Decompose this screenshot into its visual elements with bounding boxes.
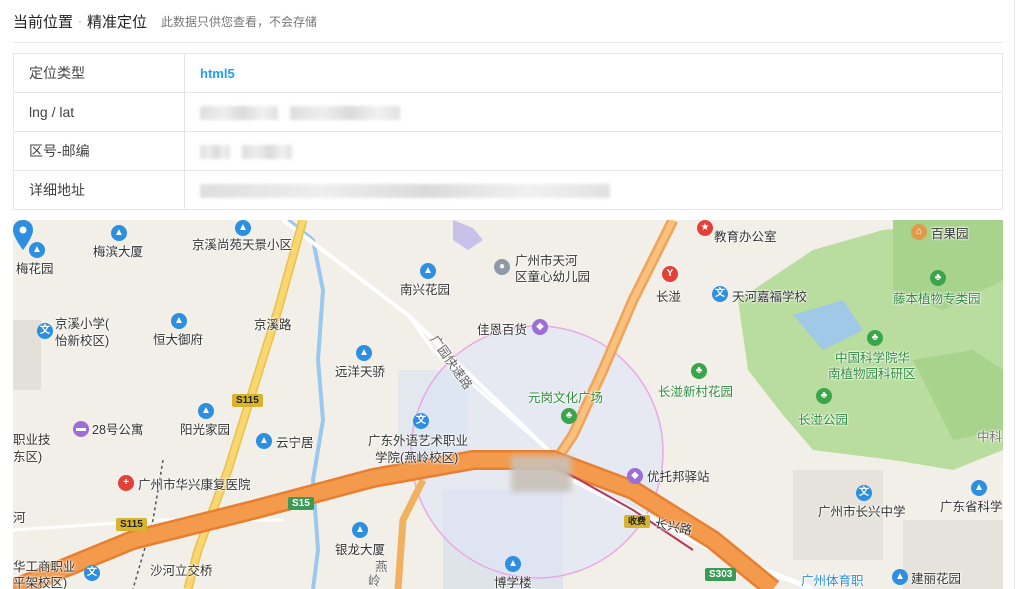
row-value-areacode	[184, 131, 1003, 171]
map-label: 中科	[977, 430, 1003, 444]
map-label: 云宁居	[276, 436, 314, 450]
map-label: 京溪路	[254, 318, 292, 332]
page-subtitle: 精准定位	[87, 13, 148, 31]
road-label: 岭	[368, 574, 381, 588]
building-icon: ▲	[256, 433, 272, 449]
metro-icon: Y	[662, 266, 678, 282]
row-key-type: 定位类型	[13, 53, 185, 93]
park-icon: ♣	[930, 270, 946, 286]
map-label: 阳光家园	[180, 423, 231, 437]
park-icon: ♣	[816, 388, 832, 404]
location-map[interactable]: ▲ ▲ ▲ 文 ▲ ▲ ● ★ Y 文 ⌂ ♣ ▲ ◆ ♣ ♣ ♣ ♣ ▬ ▲ …	[13, 220, 1003, 589]
map-label: 京溪尚苑天景小区	[192, 238, 293, 252]
map-label: 长湴	[656, 290, 682, 304]
row-value-address	[184, 170, 1003, 210]
map-label: 广东省科学	[940, 500, 1003, 514]
road-shield-s115: S115	[116, 518, 147, 531]
building-icon: ▲	[356, 345, 372, 361]
map-label: 平架校区)	[13, 576, 68, 589]
map-label: 恒大御府	[153, 333, 204, 347]
building-icon: ▲	[420, 263, 436, 279]
school-icon: 文	[856, 485, 872, 501]
school-icon: 文	[84, 565, 100, 581]
park-icon: ♣	[691, 363, 707, 379]
hospital-icon: ★	[697, 220, 713, 236]
map-label: 梅花园	[16, 262, 54, 276]
toll-station-tag: 收费	[624, 515, 651, 528]
map-label: 南兴花园	[400, 283, 451, 297]
page-title: 当前位置	[13, 13, 74, 31]
map-label: 藤本植物专类园	[893, 292, 981, 306]
row-key-address: 详细地址	[13, 170, 185, 210]
row-value-lnglat	[184, 92, 1003, 132]
row-key-areacode: 区号-邮编	[13, 131, 185, 171]
road-shield-s15: S15	[288, 497, 314, 510]
row-value-type: html5	[184, 53, 1003, 93]
park-icon: ♣	[867, 330, 883, 346]
map-label: 建丽花园	[911, 572, 962, 586]
shop-icon: ◆	[532, 319, 548, 335]
redacted-value	[200, 184, 610, 199]
privacy-note: 此数据只供您查看，不会存储	[161, 14, 318, 29]
hospital-icon: +	[118, 475, 134, 491]
map-label: 怡新校区)	[55, 334, 110, 348]
map-label: 沙河立交桥	[150, 564, 213, 578]
panel-header: 当前位置 · 精准定位 此数据只供您查看，不会存储	[13, 0, 1003, 43]
table-row: 定位类型 html5	[13, 53, 1003, 93]
map-label: 广州市华兴康复医院	[138, 478, 251, 492]
redacted-area	[511, 456, 571, 492]
table-row: lng / lat	[13, 92, 1003, 132]
table-row: 详细地址	[13, 170, 1003, 210]
map-label: 教育办公室	[714, 230, 777, 244]
building-icon: ▲	[29, 242, 45, 258]
redacted-value	[200, 145, 230, 160]
location-panel: 当前位置 · 精准定位 此数据只供您查看，不会存储 定位类型 html5 lng…	[0, 0, 1015, 589]
place-icon: ●	[494, 259, 510, 275]
orchard-icon: ⌂	[911, 224, 927, 240]
table-row: 区号-邮编	[13, 131, 1003, 171]
map-label: 梅滨大厦	[93, 245, 144, 259]
road-shield-s115: S115	[232, 394, 263, 407]
building-icon: ▲	[505, 556, 521, 572]
title-separator: ·	[78, 14, 83, 28]
building-icon: ▲	[171, 313, 187, 329]
location-info-table: 定位类型 html5 lng / lat 区号-邮编 详细地址	[13, 53, 1003, 210]
building-icon: ▲	[111, 225, 127, 241]
school-icon: 文	[712, 286, 728, 302]
building-icon: ▲	[892, 569, 908, 585]
shop-icon: ◆	[627, 468, 643, 484]
redacted-value	[241, 145, 292, 160]
map-base	[13, 220, 1003, 589]
map-label: 东区)	[13, 450, 43, 464]
map-label: 博学楼	[494, 576, 532, 589]
building-icon: ▲	[352, 522, 368, 538]
row-key-lnglat: lng / lat	[13, 92, 185, 132]
map-label: 长湴公园	[798, 413, 849, 427]
road-shield-s303: S303	[705, 568, 737, 581]
map-label: 天河嘉福学校	[732, 290, 808, 304]
redacted-value	[200, 106, 278, 121]
map-label: 广州体育职	[801, 574, 864, 588]
map-label: 佳恩百货	[477, 323, 528, 337]
map-label: 长湴新村花园	[658, 385, 734, 399]
map-label: 28号公寓	[92, 423, 144, 437]
school-icon: 文	[37, 323, 53, 339]
apartment-icon: ▬	[73, 421, 89, 437]
map-label: 元岗文化广场	[528, 391, 604, 405]
map-label: 广州市长兴中学	[818, 505, 906, 519]
map-label: 学院(燕岭校区)	[375, 451, 459, 465]
plaza-icon: ♣	[561, 408, 577, 424]
building-icon: ▲	[971, 480, 987, 496]
map-label: 远洋天骄	[335, 365, 386, 379]
map-label: 优托邦驿站	[647, 470, 710, 484]
redacted-value	[289, 106, 400, 121]
map-label: 河	[13, 511, 26, 525]
map-label: 南植物园科研区	[828, 367, 916, 381]
building-icon: ▲	[198, 403, 214, 419]
school-icon: 文	[413, 413, 429, 429]
map-label: 区童心幼儿园	[515, 270, 591, 284]
location-type-value: html5	[200, 66, 235, 81]
map-label: 百果园	[931, 227, 969, 241]
